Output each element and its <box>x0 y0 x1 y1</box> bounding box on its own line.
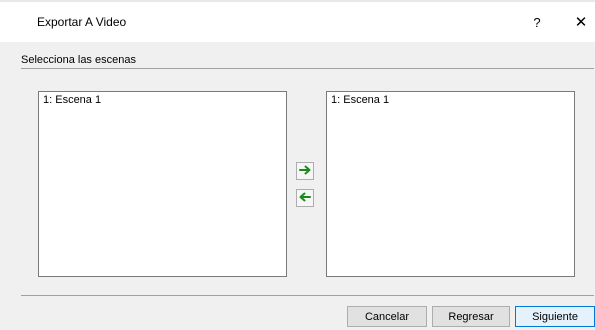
help-button[interactable]: ? <box>525 10 549 36</box>
selected-scenes-list[interactable]: 1: Escena 1 <box>326 91 575 277</box>
available-scenes-list[interactable]: 1: Escena 1 <box>38 91 287 277</box>
section-divider <box>21 68 594 69</box>
arrow-left-icon <box>299 192 311 205</box>
window-title: Exportar A Video <box>37 15 127 29</box>
list-item[interactable]: 1: Escena 1 <box>327 92 574 109</box>
cancel-button[interactable]: Cancelar <box>347 306 427 327</box>
remove-scene-button[interactable] <box>296 189 314 207</box>
next-button[interactable]: Siguiente <box>515 306 595 327</box>
section-label: Selecciona las escenas <box>21 54 136 66</box>
title-bar[interactable]: Exportar A Video ? ✕ <box>0 2 595 42</box>
footer-divider <box>21 295 594 296</box>
list-item[interactable]: 1: Escena 1 <box>39 92 286 109</box>
close-button[interactable]: ✕ <box>569 10 593 36</box>
back-button[interactable]: Regresar <box>432 306 510 327</box>
arrow-right-icon <box>299 165 311 178</box>
add-scene-button[interactable] <box>296 162 314 180</box>
